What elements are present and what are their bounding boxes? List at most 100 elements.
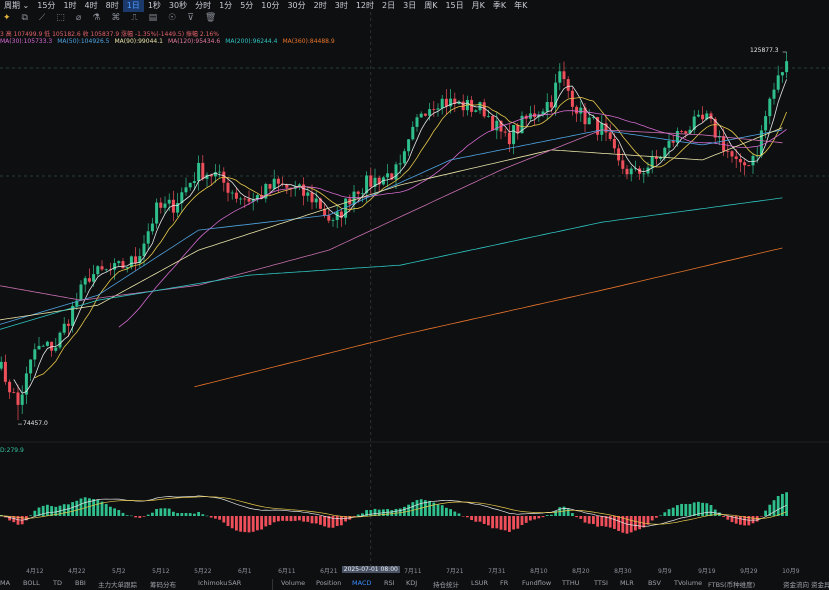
candle [751,152,755,174]
time-tick-label: 7月11 [404,568,422,575]
macd-bar [209,516,213,518]
macd-bar [369,510,373,516]
indicator-7[interactable]: FR [500,579,508,587]
time-tick-label: 5月12 [152,568,170,575]
indicator-ma[interactable]: MA [0,579,10,587]
macd-bar [117,510,121,516]
candle [415,114,419,132]
time-tick-label: 6月1 [237,568,252,575]
indicator-0[interactable]: Volume [281,579,305,587]
time-tick-label: 6月21 [320,568,338,575]
indicator-ichimoku[interactable]: Ichimoku [198,579,227,587]
macd-bar [319,516,322,525]
indicator-boll[interactable]: BOLL [23,579,40,587]
macd-bar [243,516,247,533]
macd-bar [121,512,125,516]
candle [150,217,154,235]
candle [184,177,188,196]
indicator-bbi[interactable]: BBI [75,579,86,587]
candle [45,340,49,347]
candle [402,148,406,166]
indicator-5[interactable]: 持仓统计 [433,579,459,589]
candle [159,197,163,214]
macd-bar [92,499,95,516]
macd-bar [100,501,104,516]
candle [491,115,495,131]
candle [239,196,243,205]
macd-bar [88,498,91,516]
macd-bar [138,516,142,518]
indicator-15[interactable]: 资金流向 [783,579,809,589]
macd-bar [277,516,280,522]
indicator-6[interactable]: LSUR [471,579,488,587]
indicator-13[interactable]: TVolume [674,579,702,587]
macd-bar [478,516,482,522]
macd-bar [390,510,394,516]
indicator-14[interactable]: FTBS(币种维度) [708,579,755,589]
time-tick-label: 10月9 [782,568,800,575]
candle [583,102,587,133]
candle [12,387,16,394]
time-tick-label: 5月2 [111,568,126,575]
macd-bar [684,503,688,516]
indicator-12[interactable]: BSV [648,579,661,587]
indicator-4[interactable]: KDJ [406,579,417,587]
candle [96,265,100,277]
macd-bar [201,514,205,516]
candle [474,109,478,113]
macd-bar [176,513,179,516]
candle [512,124,516,155]
candle [222,167,226,192]
macd-bar [96,499,100,516]
indicator-3[interactable]: RSI [384,579,395,587]
time-tick-label: 7月31 [488,568,506,575]
macd-bar [71,502,74,516]
indicator-8[interactable]: Fundflow [522,579,551,587]
macd-bar [214,516,217,519]
candle [650,150,654,174]
candle [83,275,87,293]
indicator-筹码分布[interactable]: 筹码分布 [150,579,176,589]
macd-bar [726,516,730,520]
candlestick-chart[interactable] [0,0,829,566]
macd-bar [617,516,620,531]
macd-bar [188,513,192,516]
macd-bar [310,516,314,524]
candle [785,52,789,79]
indicator-td[interactable]: TD [53,579,62,587]
indicator-10[interactable]: TTSI [594,579,608,587]
macd-bar [33,510,37,516]
indicator-1[interactable]: Position [316,579,341,587]
macd-bar [655,516,658,518]
indicator-16[interactable]: 资金异 [811,579,829,589]
indicator-bar: MA BOLL TD BBI 主力大单跟踪 筹码分布 Ichimoku SAR Volume Po… [0,579,829,590]
indicator-sar[interactable]: SAR [228,579,241,587]
candle [331,217,335,227]
indicator-11[interactable]: MLR [620,579,634,587]
candle [759,124,763,159]
candle [201,155,205,181]
candle [541,108,545,118]
candle [747,164,751,167]
indicator-9[interactable]: TTHU [562,579,579,587]
candle [3,354,7,385]
candle [638,165,642,180]
candle [629,166,633,182]
candle [0,356,3,371]
macd-bar [663,512,667,516]
macd-bar [205,515,209,517]
candle [659,155,663,162]
ma200-line [0,197,783,330]
macd-bar [445,507,448,516]
candle [617,144,621,166]
macd-bar [75,500,79,516]
indicator-2[interactable]: MACD [352,579,371,587]
macd-bar [520,516,524,526]
macd-bar [146,514,150,516]
candle [79,280,83,302]
candle [180,187,184,213]
macd-bar [235,516,238,531]
candle [197,155,201,191]
indicator-主力大单跟踪[interactable]: 主力大单跟踪 [98,579,137,589]
macd-bar [281,516,284,521]
